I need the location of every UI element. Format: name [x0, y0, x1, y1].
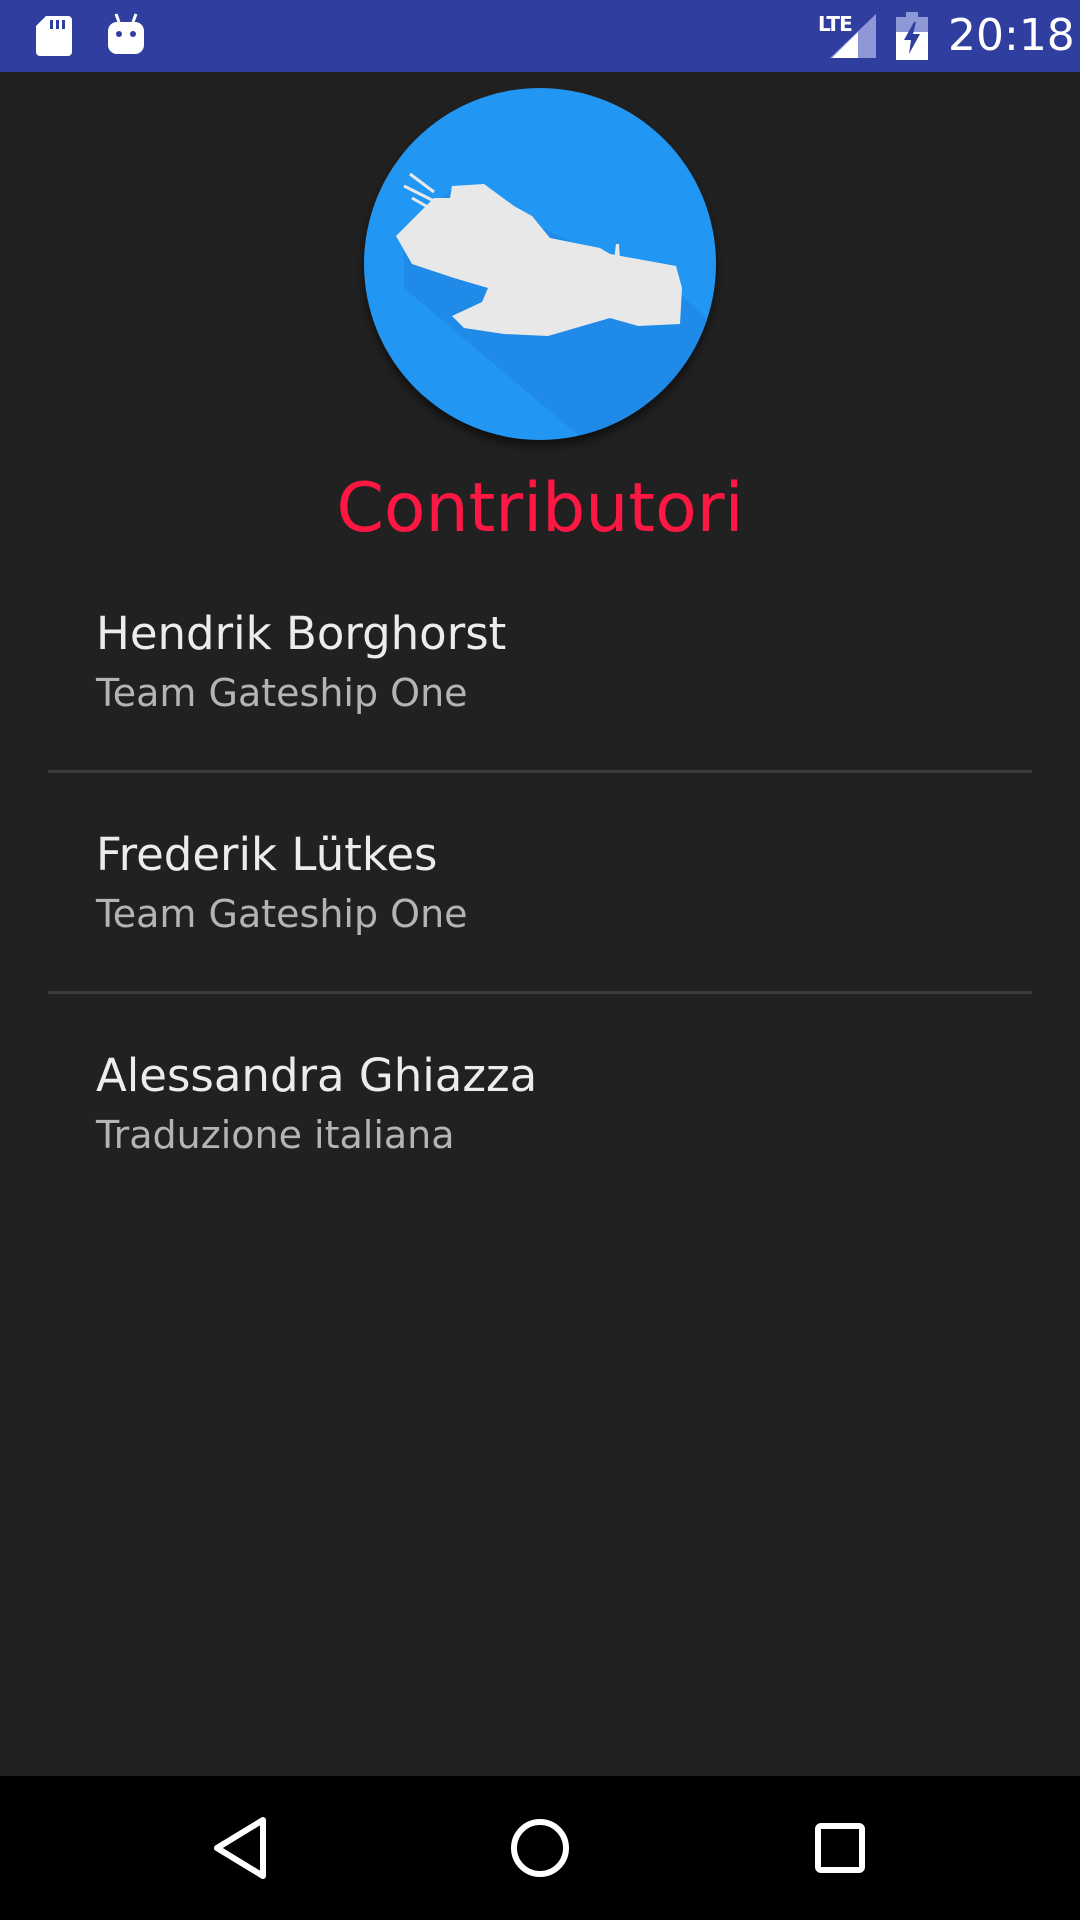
list-item[interactable]: Frederik Lütkes Team Gateship One — [0, 801, 1080, 1021]
contributor-name: Hendrik Borghorst — [96, 607, 507, 660]
list-item[interactable]: Alessandra Ghiazza Traduzione italiana — [0, 1022, 1080, 1242]
contributors-screen: LTE 20:18 Contributori Hendrik Borghorst… — [0, 0, 1080, 1920]
recents-icon[interactable] — [804, 1812, 876, 1884]
contributor-role: Team Gateship One — [96, 671, 468, 715]
spaceship-icon — [396, 172, 716, 440]
app-logo — [364, 88, 716, 440]
contributor-name: Alessandra Ghiazza — [96, 1049, 538, 1102]
divider — [48, 770, 1032, 773]
contributor-role: Team Gateship One — [96, 892, 468, 936]
sd-card-icon — [36, 16, 72, 56]
contributor-role: Traduzione italiana — [96, 1113, 455, 1157]
signal-icon — [830, 14, 876, 58]
back-icon[interactable] — [205, 1812, 277, 1884]
divider — [48, 991, 1032, 994]
status-clock: 20:18 — [948, 10, 1075, 61]
page-title: Contributori — [336, 469, 744, 548]
navigation-bar — [0, 1776, 1080, 1920]
battery-charging-icon — [896, 12, 928, 60]
list-item[interactable]: Hendrik Borghorst Team Gateship One — [0, 580, 1080, 800]
status-bar: LTE 20:18 — [0, 0, 1080, 72]
home-icon[interactable] — [504, 1812, 576, 1884]
contributor-name: Frederik Lütkes — [96, 828, 438, 881]
android-debug-icon — [108, 13, 144, 54]
